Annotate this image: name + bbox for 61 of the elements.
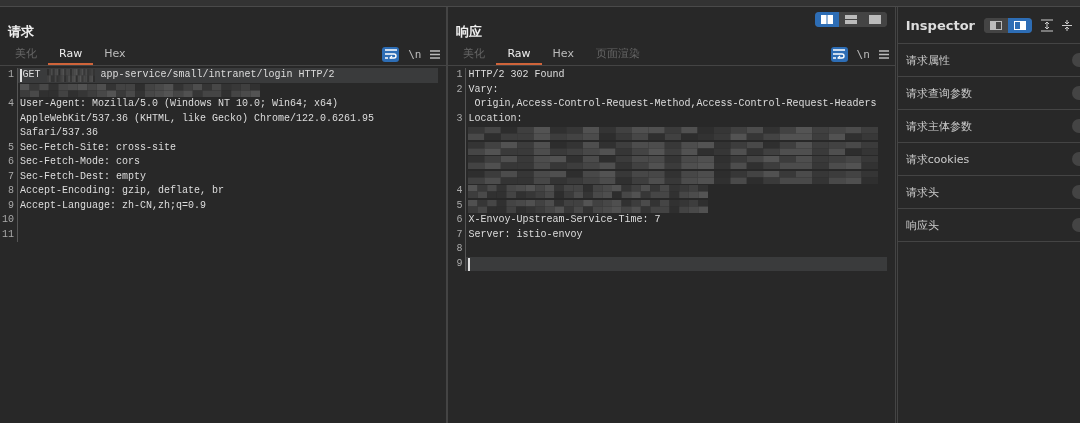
- inspector-section[interactable]: 响应头: [905, 217, 939, 233]
- code-text: Accept-Encoding: gzip, deflate, br: [20, 184, 225, 198]
- section-toggle[interactable]: [1072, 218, 1080, 232]
- code-text: app-service/small/intranet/login HTTP/2: [100, 68, 335, 82]
- line-number: 1: [448, 68, 467, 83]
- inspector-section[interactable]: 请求cookies: [905, 151, 970, 167]
- line-number: 7: [0, 169, 18, 184]
- menu-icon[interactable]: [878, 49, 889, 59]
- word-wrap-icon[interactable]: [382, 46, 400, 62]
- line-number: 4: [448, 184, 467, 199]
- section-toggle[interactable]: [1072, 152, 1080, 166]
- panel-title: 响应: [456, 23, 483, 41]
- code-text: User-Agent: Mozilla/5.0 (Windows NT 10.0; Win64; x64) AppleWebKit/537.36 (KHTML, like Gecko) Chrome/122.0.6261.95 Safari/537.36: [20, 97, 376, 140]
- line-number: 8: [448, 242, 467, 257]
- line-number: 8: [0, 184, 18, 199]
- line-number: 9: [0, 198, 18, 213]
- tab[interactable]: Raw: [48, 43, 94, 65]
- panel-title: 请求: [8, 23, 34, 41]
- inspector-title: Inspector: [905, 17, 975, 33]
- code-text: GET: [22, 68, 41, 82]
- code-text: X-Envoy-Upstream-Service-Time: 7: [468, 213, 661, 227]
- line-number: 6: [448, 213, 467, 228]
- newline-toggle[interactable]: \n: [856, 47, 870, 61]
- columns-layout-icon[interactable]: [814, 12, 839, 27]
- code-text: Sec-Fetch-Dest: empty: [20, 169, 147, 184]
- section-toggle[interactable]: [1072, 86, 1080, 100]
- line-number: 5: [0, 140, 18, 155]
- tab[interactable]: Raw: [496, 43, 542, 65]
- code-text: Accept-Language: zh-CN,zh;q=0.9: [20, 198, 207, 213]
- section-toggle[interactable]: [1072, 119, 1080, 133]
- section-toggle[interactable]: [1072, 53, 1080, 67]
- code-text: HTTP/2 302 Found: [468, 68, 565, 82]
- section-toggle[interactable]: [1072, 185, 1080, 199]
- code-text: Sec-Fetch-Mode: cors: [20, 155, 141, 169]
- inspector-section[interactable]: 请求主体参数: [905, 118, 972, 134]
- line-number: 7: [448, 227, 467, 242]
- line-number: 2: [448, 82, 467, 112]
- code-text: Server: istio-envoy: [468, 227, 583, 242]
- line-number: 10: [0, 213, 18, 228]
- line-number: 4: [0, 97, 18, 141]
- newline-toggle[interactable]: \n: [408, 47, 422, 61]
- code-text: Location:: [468, 111, 523, 126]
- inspector-section[interactable]: 请求查询参数: [905, 85, 972, 101]
- code-text: Origin,Access-Control-Request-Method,Access-Control-Request-Headers: [474, 97, 877, 111]
- inspector-section[interactable]: 请求属性: [905, 52, 950, 68]
- text-cursor: [20, 69, 22, 82]
- line-number: 11: [0, 227, 18, 242]
- inspector-section[interactable]: 请求头: [905, 184, 939, 200]
- line-number: 5: [448, 198, 467, 213]
- code-text: Sec-Fetch-Site: cross-site: [20, 140, 177, 155]
- collapse-icon[interactable]: [1062, 18, 1072, 32]
- expand-icon[interactable]: [1041, 18, 1053, 32]
- text-cursor: [468, 257, 470, 271]
- right-pane-layout-icon[interactable]: [1008, 17, 1032, 33]
- code-text: Vary:: [468, 82, 499, 97]
- menu-icon[interactable]: [430, 49, 441, 59]
- tab[interactable]: Hex: [93, 43, 137, 65]
- word-wrap-icon[interactable]: [830, 46, 848, 62]
- line-number: 3: [448, 111, 467, 126]
- line-number: 6: [0, 155, 18, 170]
- tab[interactable]: Hex: [541, 43, 585, 65]
